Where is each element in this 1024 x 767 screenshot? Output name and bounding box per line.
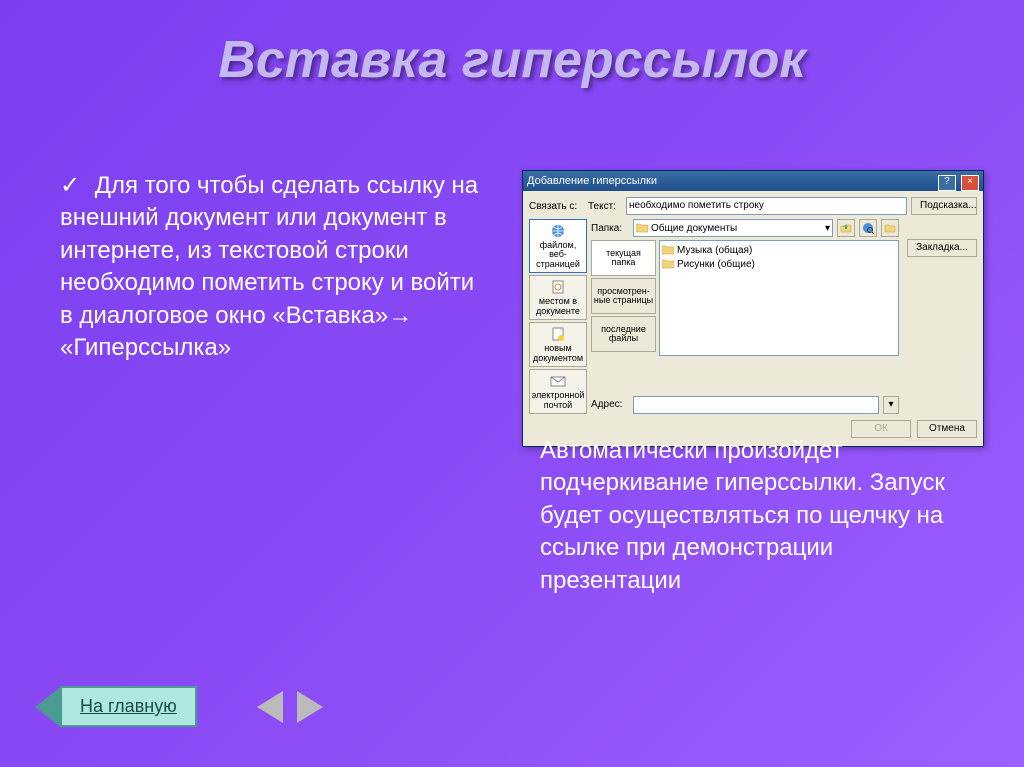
link-type-sidebar: файлом, веб-страницей местом в документе… [529, 219, 587, 414]
folder-icon [636, 223, 648, 233]
titlebar-buttons: ? × [936, 171, 979, 191]
hyperlink-dialog: Добавление гиперссылки ? × Связать с: Те… [522, 170, 984, 447]
dialog-main: файлом, веб-страницей местом в документе… [529, 219, 977, 414]
browse-web-icon[interactable] [859, 219, 877, 237]
navigation-area: На главную [60, 686, 323, 727]
tab-current-folder[interactable]: текущая папка [591, 240, 656, 276]
help-icon[interactable]: ? [938, 175, 956, 191]
browse-file-icon[interactable] [881, 219, 899, 237]
text-label: Текст: [588, 201, 622, 212]
link-with-label: Связать с: [529, 201, 584, 212]
email-icon [548, 373, 568, 389]
sidebar-label: новым документом [533, 343, 583, 362]
next-slide-button[interactable] [297, 691, 323, 723]
sidebar-item-file-web[interactable]: файлом, веб-страницей [529, 219, 587, 273]
folder-icon [662, 245, 674, 255]
text-row: Связать с: Текст: необходимо пометить ст… [529, 197, 977, 215]
arrow-left-icon [38, 689, 62, 725]
up-folder-icon[interactable] [837, 219, 855, 237]
nav-arrows [257, 691, 323, 723]
dialog-right-buttons: Закладка... [907, 219, 977, 414]
home-button-label: На главную [80, 696, 177, 716]
tab-browsed-pages[interactable]: просмотрен-ные страницы [591, 278, 656, 314]
bullet-text: Для того чтобы сделать ссылку на внешний… [60, 172, 478, 361]
sidebar-item-email[interactable]: электронной почтой [529, 369, 587, 414]
checkmark-icon: ✓ [60, 172, 80, 199]
file-name: Рисунки (общие) [677, 259, 755, 270]
sidebar-label: файлом, веб-страницей [536, 240, 580, 269]
chevron-down-icon: ▾ [825, 223, 830, 234]
folder-value: Общие документы [651, 223, 737, 234]
home-button[interactable]: На главную [60, 686, 197, 727]
tab-recent-files[interactable]: последние файлы [591, 316, 656, 352]
browse-area: текущая папка просмотрен-ные страницы по… [591, 240, 899, 393]
right-paragraph: Автоматически произойдет подчеркивание г… [540, 435, 960, 597]
folder-select[interactable]: Общие документы ▾ [633, 219, 833, 237]
close-icon[interactable]: × [961, 175, 979, 191]
list-item[interactable]: Рисунки (общие) [662, 257, 896, 271]
document-target-icon [548, 279, 568, 295]
folder-label: Папка: [591, 223, 629, 234]
dialog-body: Связать с: Текст: необходимо пометить ст… [523, 191, 983, 446]
address-row: Адрес: ▾ [591, 396, 899, 414]
dialog-center: Папка: Общие документы ▾ текущая папка [591, 219, 899, 414]
globe-icon [548, 223, 568, 239]
dialog-title: Добавление гиперссылки [527, 171, 657, 191]
sidebar-item-newdoc[interactable]: новым документом [529, 322, 587, 367]
folder-row: Папка: Общие документы ▾ [591, 219, 899, 237]
address-input[interactable] [633, 396, 879, 414]
dialog-titlebar: Добавление гиперссылки ? × [523, 171, 983, 191]
list-item[interactable]: Музыка (общая) [662, 243, 896, 257]
browse-tabs: текущая папка просмотрен-ные страницы по… [591, 240, 656, 393]
sidebar-label: электронной почтой [532, 390, 585, 409]
slide: Вставка гиперссылок ✓ Для того чтобы сде… [0, 0, 1024, 767]
file-list[interactable]: Музыка (общая) Рисунки (общие) [659, 240, 899, 356]
folder-icon [662, 259, 674, 269]
slide-title: Вставка гиперссылок [0, 0, 1024, 90]
sidebar-label: местом в документе [536, 296, 580, 315]
address-label: Адрес: [591, 399, 629, 410]
prev-slide-button[interactable] [257, 691, 283, 723]
tooltip-button[interactable]: Подсказка... [911, 197, 977, 215]
file-name: Музыка (общая) [677, 245, 752, 256]
sidebar-item-place[interactable]: местом в документе [529, 275, 587, 320]
new-document-icon [548, 326, 568, 342]
chevron-down-icon[interactable]: ▾ [883, 396, 899, 414]
bullet-paragraph: ✓ Для того чтобы сделать ссылку на внешн… [60, 170, 480, 364]
bookmark-button[interactable]: Закладка... [907, 239, 977, 257]
text-input[interactable]: необходимо пометить строку [626, 197, 907, 215]
